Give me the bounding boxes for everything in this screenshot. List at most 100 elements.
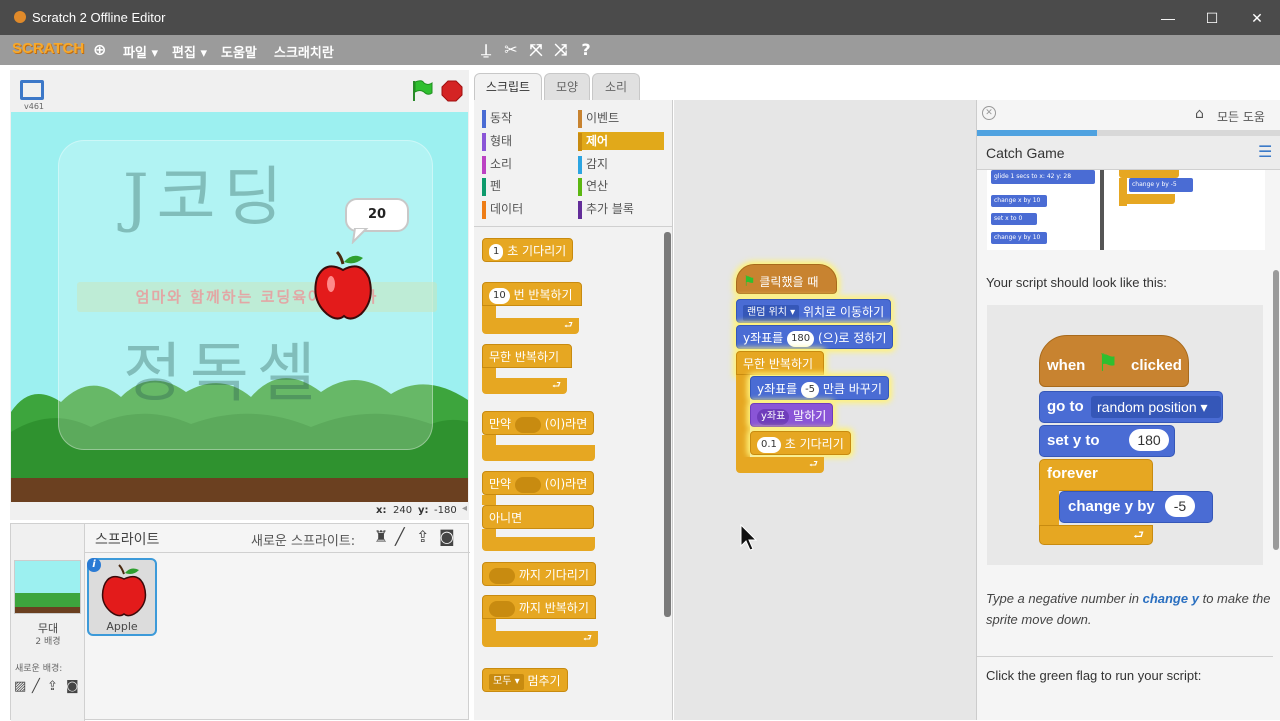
tips-title: Catch Game <box>986 145 1065 161</box>
category-sound[interactable]: 소리 <box>482 155 512 174</box>
tips-run-text: Click the green flag to run your script: <box>986 668 1202 683</box>
window-title: Scratch 2 Offline Editor <box>32 10 166 25</box>
delete-scissors-icon[interactable]: ✂ <box>501 40 521 60</box>
sprite-name: Apple <box>106 620 138 633</box>
category-control[interactable]: 제어 <box>578 132 664 151</box>
app-icon <box>14 11 26 23</box>
language-globe-icon[interactable]: ⊕ <box>93 40 106 59</box>
sprite-pane: 스프라이트 새로운 스프라이트: ♜ ╱ ⇪ ◙ 무대 2 배경 새로운 배경:… <box>10 523 470 721</box>
choose-sprite-icon[interactable]: ♜ <box>374 527 388 546</box>
block-wait[interactable]: 1 초 기다리기 <box>482 238 574 262</box>
stage-status-bar: x: 240 y: -180 ◂ <box>10 503 469 519</box>
tips-scrollbar[interactable] <box>1273 270 1279 550</box>
version-label: v461 <box>24 102 45 111</box>
backdrop-camera-icon[interactable]: ◙ <box>66 679 79 694</box>
collapse-arrow-icon[interactable]: ◂ <box>462 503 467 514</box>
speech-bubble-tail <box>351 228 369 244</box>
tips-thumbnail: glide 1 secs to x: 42 y: 28 change x by … <box>987 170 1265 250</box>
paint-brush-icon[interactable]: ╱ <box>395 527 405 546</box>
script-hat-when-flag-clicked[interactable]: ⚑ 클릭했을 때 <box>736 264 837 294</box>
camera-icon[interactable]: ◙ <box>439 527 455 546</box>
all-tips-link[interactable]: 모든 도움 <box>1217 108 1265 125</box>
apple-thumbnail <box>101 564 147 617</box>
green-flag-icon[interactable] <box>410 78 434 104</box>
menu-edit[interactable]: 편집 ▾ <box>172 42 207 61</box>
help-question-icon[interactable]: ? <box>576 40 596 60</box>
stage-canvas[interactable]: J코딩 엄마와 함께하는 코딩육아 전문가 정독셀 20 <box>11 112 468 502</box>
ground <box>11 476 468 502</box>
sprites-header: 스프라이트 <box>95 532 160 548</box>
upload-icon[interactable]: ⇪ <box>416 527 429 546</box>
category-more-blocks[interactable]: 추가 블록 <box>578 200 634 219</box>
category-events[interactable]: 이벤트 <box>578 109 619 128</box>
x-value: 240 <box>393 505 413 516</box>
block-repeat[interactable]: 10 번 반복하기 <box>482 282 582 306</box>
y-label: y: <box>418 505 429 516</box>
mouse-cursor-icon <box>740 524 758 551</box>
script-forever[interactable]: 무한 반복하기 <box>736 351 824 375</box>
menu-file[interactable]: 파일 ▾ <box>123 42 158 61</box>
block-if[interactable]: 만약 (이)라면 <box>482 411 594 435</box>
block-repeat-until[interactable]: 까지 반복하기 <box>482 595 596 619</box>
close-button[interactable]: ✕ <box>1247 8 1267 28</box>
tab-scripts[interactable]: 스크립트 <box>474 73 542 101</box>
category-looks[interactable]: 형태 <box>482 132 512 151</box>
tips-pane: ✕ ⌂ 모든 도움 Catch Game ☰ glide 1 secs to x… <box>976 100 1280 720</box>
block-stop[interactable]: 모두 ▾ 멈추기 <box>482 668 568 692</box>
change-y-link[interactable]: change y <box>1143 591 1199 606</box>
shrink-icon[interactable]: ⤨ <box>551 40 571 60</box>
category-sensing[interactable]: 감지 <box>578 155 608 174</box>
block-wait-until[interactable]: 까지 기다리기 <box>482 562 596 586</box>
backdrop-library-icon[interactable]: ▨ <box>14 679 26 694</box>
palette-scrollbar[interactable] <box>664 232 671 617</box>
stop-icon[interactable] <box>441 80 463 102</box>
new-sprite-label: 새로운 스프라이트: <box>251 534 356 549</box>
y-value: -180 <box>434 505 457 516</box>
script-set-y[interactable]: y좌표를 180 (으)로 정하기 <box>736 325 894 349</box>
tips-intro: Your script should look like this: <box>986 275 1167 290</box>
maximize-button[interactable]: ☐ <box>1202 8 1222 28</box>
grow-icon[interactable]: ⤧ <box>526 40 546 60</box>
menu-icon[interactable]: ☰ <box>1258 142 1272 161</box>
minimize-button[interactable]: — <box>1158 8 1178 28</box>
x-label: x: <box>376 505 387 516</box>
speech-bubble: 20 <box>345 198 409 232</box>
watermark-bottom: 정독셀 <box>123 337 324 411</box>
script-goto[interactable]: 랜덤 위치 ▾ 위치로 이동하기 <box>736 299 892 323</box>
home-icon[interactable]: ⌂ <box>1195 106 1204 122</box>
script-change-y[interactable]: y좌표를 -5 만큼 바꾸기 <box>750 376 889 400</box>
block-else: 아니면 <box>482 505 594 529</box>
divider <box>85 552 470 553</box>
duplicate-stamp-icon[interactable]: ⍊ <box>476 40 496 60</box>
scratch-logo[interactable]: SCRATCH <box>12 40 84 57</box>
tips-note: Type a negative number in change y to ma… <box>986 591 1271 627</box>
stage-thumbnail[interactable] <box>14 560 81 614</box>
palette-divider <box>474 226 672 227</box>
script-wait[interactable]: 0.1 초 기다리기 <box>750 431 851 455</box>
loop-arrow-icon: ⮐ <box>482 318 579 334</box>
category-data[interactable]: 데이터 <box>482 200 523 219</box>
category-motion[interactable]: 동작 <box>482 109 512 128</box>
watermark-banner: 엄마와 함께하는 코딩육아 전문가 <box>77 282 437 312</box>
backdrop-upload-icon[interactable]: ⇪ <box>47 679 58 694</box>
example-flag-icon: ⚑ <box>1097 349 1119 377</box>
category-pen[interactable]: 펜 <box>482 177 501 196</box>
tab-sounds[interactable]: 소리 <box>592 73 640 101</box>
backdrop-paint-icon[interactable]: ╱ <box>32 679 40 694</box>
stage-backdrop-count: 2 배경 <box>35 637 61 647</box>
watermark-top: J코딩 <box>123 161 291 235</box>
menu-about[interactable]: 스크래치란 <box>274 42 334 61</box>
apple-sprite[interactable] <box>311 250 377 322</box>
close-tips-icon[interactable]: ✕ <box>982 106 996 120</box>
editor-tabs: 스크립트 모양 소리 <box>474 70 674 101</box>
block-forever[interactable]: 무한 반복하기 <box>482 344 572 368</box>
category-operators[interactable]: 연산 <box>578 177 608 196</box>
fullscreen-icon[interactable] <box>20 80 44 100</box>
tab-costumes[interactable]: 모양 <box>544 73 590 101</box>
script-say[interactable]: y좌표 말하기 <box>750 403 834 427</box>
menu-help[interactable]: 도움말 <box>221 42 257 61</box>
block-if-else[interactable]: 만약 (이)라면 <box>482 471 594 495</box>
sprite-tile-apple[interactable]: i Apple <box>87 558 157 636</box>
new-backdrop-label: 새로운 배경: <box>15 664 63 674</box>
script-area[interactable]: ⚑ 클릭했을 때 랜덤 위치 ▾ 위치로 이동하기 y좌표를 180 (으)로 … <box>674 100 976 720</box>
